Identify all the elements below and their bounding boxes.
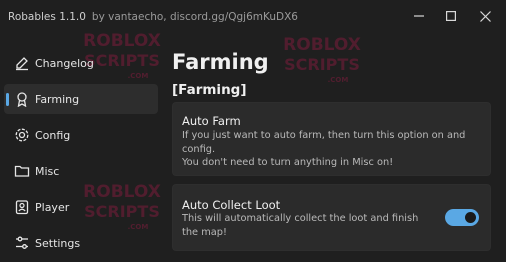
- sidebar-item-label: Player: [35, 200, 70, 214]
- card-description: This will automatically collect the loot…: [182, 213, 419, 238]
- toggle-knob: [465, 212, 476, 223]
- maximize-button[interactable]: [438, 4, 464, 28]
- gear-icon: [13, 126, 31, 144]
- minimize-icon: [414, 15, 424, 17]
- window-subtitle: by vantaecho, discord.gg/Qgj6mKuDX6: [91, 11, 298, 23]
- card-description: If you just want to auto farm, then turn…: [182, 130, 466, 155]
- active-indicator: [6, 93, 9, 106]
- minimize-button[interactable]: [406, 4, 432, 28]
- close-icon: [479, 10, 491, 22]
- sidebar-item-label: Changelog: [35, 56, 94, 70]
- app-window: ROBLOX SCRIPTS .COM ROBLOX SCRIPTS .COM …: [0, 0, 506, 262]
- main-panel: Farming [Farming] Auto Farm If you just …: [166, 34, 506, 262]
- sidebar-item-farming[interactable]: Farming: [4, 84, 158, 114]
- sidebar-item-player[interactable]: Player: [4, 192, 158, 222]
- window-title: Robables 1.1.0: [8, 11, 86, 23]
- auto-farm-card: Auto Farm If you just want to auto farm,…: [172, 102, 491, 176]
- close-button[interactable]: [472, 4, 498, 28]
- sidebar-item-changelog[interactable]: Changelog: [4, 48, 158, 78]
- auto-collect-loot-card: Auto Collect Loot This will automaticall…: [172, 184, 491, 251]
- page-title: Farming: [172, 50, 269, 74]
- farming-icon: [13, 90, 31, 108]
- sidebar-item-label: Settings: [35, 236, 81, 250]
- sidebar-item-label: Misc: [35, 164, 60, 178]
- maximize-icon: [446, 11, 456, 21]
- settings-icon: [13, 234, 31, 252]
- sidebar-item-label: Config: [35, 128, 71, 142]
- card-title: Auto Collect Loot: [182, 198, 281, 212]
- auto-collect-loot-toggle[interactable]: [445, 209, 479, 226]
- player-icon: [13, 198, 31, 216]
- sidebar-item-config[interactable]: Config: [4, 120, 158, 150]
- sidebar-item-misc[interactable]: Misc: [4, 156, 158, 186]
- section-title: [Farming]: [172, 82, 247, 98]
- folder-icon: [13, 162, 31, 180]
- sidebar-item-settings[interactable]: Settings: [4, 228, 158, 258]
- sidebar-item-label: Farming: [35, 92, 80, 106]
- card-description-note: You don't need to turn anything in Misc …: [182, 157, 394, 168]
- card-title: Auto Farm: [182, 114, 241, 128]
- changelog-icon: [13, 54, 31, 72]
- sidebar: Changelog Farming Config Misc Player Set…: [0, 46, 166, 262]
